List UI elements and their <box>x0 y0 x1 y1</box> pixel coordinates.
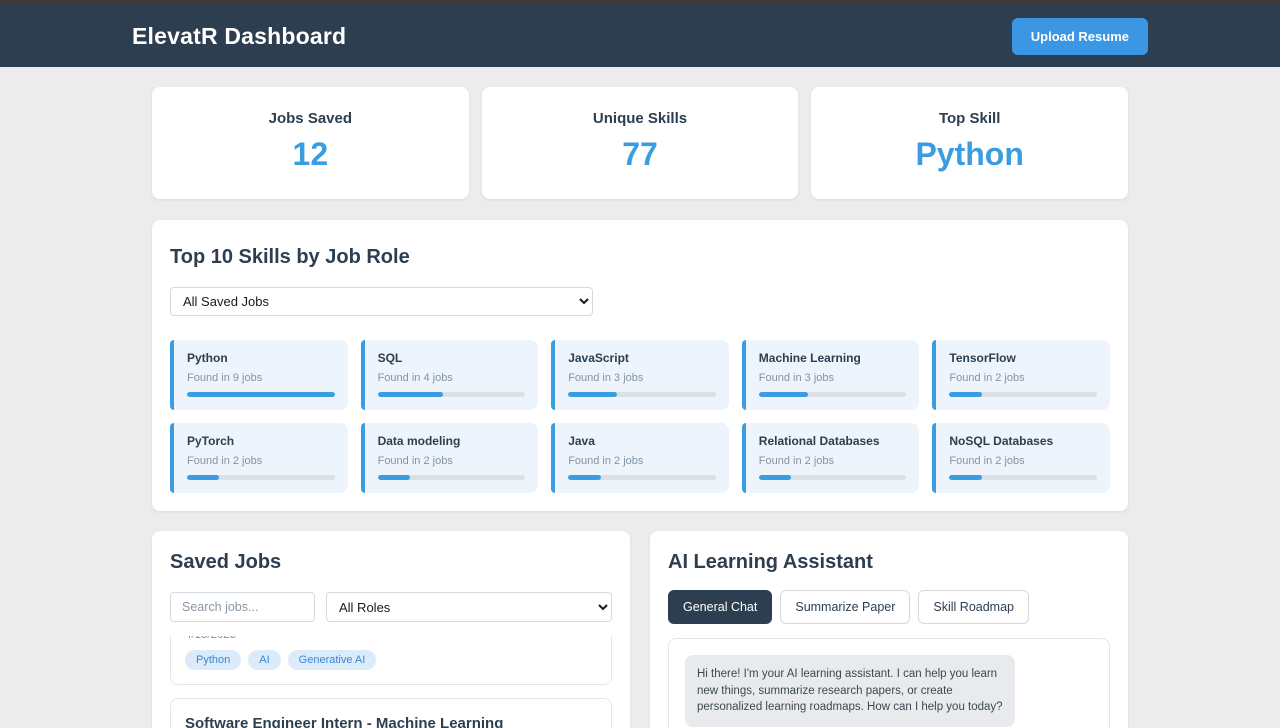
skill-progress-fill <box>377 475 411 480</box>
skill-progress-fill <box>949 475 982 480</box>
saved-jobs-section: Saved Jobs All Roles 4/15/2025 Python AI… <box>152 531 630 728</box>
skill-progress-track <box>377 475 526 480</box>
skill-progress-track <box>949 392 1097 397</box>
skill-name: PyTorch <box>187 434 235 448</box>
skill-count: Found in 3 jobs <box>568 372 644 384</box>
skill-card-pytorch: PyTorch Found in 2 jobs <box>170 423 348 493</box>
skill-progress-fill <box>949 392 982 397</box>
skill-count: Found in 2 jobs <box>568 455 644 467</box>
skill-progress-fill <box>568 475 601 480</box>
stat-label: Unique Skills <box>592 110 688 127</box>
skill-card-java: Java Found in 2 jobs <box>551 423 729 493</box>
job-list: 4/15/2025 Python AI Generative AI Softwa… <box>170 636 612 728</box>
tab-summarize-paper[interactable]: Summarize Paper <box>780 590 911 624</box>
skill-card-data-modeling: Data modeling Found in 2 jobs <box>360 423 539 493</box>
skill-name: Machine Learning <box>758 351 861 365</box>
saved-jobs-title: Saved Jobs <box>170 551 282 573</box>
skill-progress-track <box>949 475 1097 480</box>
skill-count: Found in 2 jobs <box>377 455 453 467</box>
skills-section-title: Top 10 Skills by Job Role <box>170 246 410 268</box>
stat-label: Top Skill <box>938 110 1001 127</box>
skill-count: Found in 2 jobs <box>187 455 263 467</box>
saved-jobs-filter-select[interactable]: All Saved Jobs <box>170 287 593 316</box>
ai-assistant-title: AI Learning Assistant <box>668 551 873 573</box>
stats-row: Jobs Saved 12 Unique Skills 77 Top Skill… <box>152 87 1129 199</box>
skill-progress-fill <box>187 475 220 480</box>
skill-name: Data modeling <box>377 434 461 448</box>
skill-progress-fill <box>568 392 617 397</box>
skill-count: Found in 2 jobs <box>758 455 835 467</box>
job-item[interactable]: 4/15/2025 Python AI Generative AI <box>170 636 612 685</box>
skill-card-nosql-databases: NoSQL Databases Found in 2 jobs <box>932 423 1110 493</box>
skill-card-python: Python Found in 9 jobs <box>170 340 348 410</box>
assistant-tabs: General Chat Summarize Paper Skill Roadm… <box>668 590 1110 624</box>
job-tag: AI <box>248 650 281 670</box>
job-date: 4/15/2025 <box>185 636 597 641</box>
skill-progress-track <box>758 475 907 480</box>
skill-progress-track <box>187 475 335 480</box>
skills-grid: Python Found in 9 jobs SQL Found in 4 jo… <box>170 340 1110 493</box>
tab-skill-roadmap[interactable]: Skill Roadmap <box>918 590 1029 624</box>
skill-count: Found in 2 jobs <box>949 372 1025 384</box>
skill-count: Found in 2 jobs <box>949 455 1025 467</box>
stat-value: 12 <box>292 136 329 172</box>
saved-jobs-controls: All Roles <box>170 592 612 622</box>
top-skills-section: Top 10 Skills by Job Role All Saved Jobs… <box>152 220 1128 511</box>
chat-window: Hi there! I'm your AI learning assistant… <box>668 638 1110 728</box>
job-tags: Python AI Generative AI <box>185 650 597 670</box>
stat-value: Python <box>915 136 1024 172</box>
skill-progress-track <box>187 392 335 397</box>
skill-progress-fill <box>187 392 335 397</box>
skill-card-machine-learning: Machine Learning Found in 3 jobs <box>741 340 920 410</box>
skill-count: Found in 4 jobs <box>377 372 453 384</box>
skill-count: Found in 3 jobs <box>758 372 835 384</box>
job-item[interactable]: Software Engineer Intern - Machine Learn… <box>170 698 612 728</box>
skill-name: Relational Databases <box>758 434 880 448</box>
job-tag: Generative AI <box>287 650 377 670</box>
skill-card-relational-databases: Relational Databases Found in 2 jobs <box>741 423 920 493</box>
skill-progress-fill <box>758 475 792 480</box>
skill-progress-fill <box>758 392 808 397</box>
assistant-message-bubble: Hi there! I'm your AI learning assistant… <box>685 655 1015 728</box>
skill-card-javascript: JavaScript Found in 3 jobs <box>551 340 729 410</box>
skill-name: TensorFlow <box>949 351 1016 365</box>
skill-name: Python <box>187 351 228 365</box>
job-title: Software Engineer Intern - Machine Learn… <box>185 715 504 728</box>
skill-name: SQL <box>377 351 403 365</box>
app-title: ElevatR Dashboard <box>132 22 347 49</box>
skill-progress-track <box>568 475 716 480</box>
skill-progress-track <box>758 392 907 397</box>
skill-card-sql: SQL Found in 4 jobs <box>360 340 539 410</box>
stat-card-unique-skills: Unique Skills 77 <box>481 87 799 199</box>
skill-card-tensorflow: TensorFlow Found in 2 jobs <box>932 340 1110 410</box>
skill-name: Java <box>568 434 595 448</box>
skill-progress-track <box>377 392 526 397</box>
skill-progress-fill <box>377 392 443 397</box>
stat-card-top-skill: Top Skill Python <box>811 87 1129 199</box>
header: ElevatR Dashboard Upload Resume <box>0 5 1280 67</box>
skill-count: Found in 9 jobs <box>187 372 263 384</box>
stat-value: 77 <box>622 136 658 172</box>
stat-label: Jobs Saved <box>268 110 353 127</box>
roles-filter-select[interactable]: All Roles <box>326 592 612 622</box>
upload-resume-button[interactable]: Upload Resume <box>1011 17 1148 55</box>
main-content: Jobs Saved 12 Unique Skills 77 Top Skill… <box>152 67 1129 728</box>
stat-card-jobs-saved: Jobs Saved 12 <box>152 87 469 199</box>
skill-progress-track <box>568 392 716 397</box>
skill-name: JavaScript <box>568 351 629 365</box>
tab-general-chat[interactable]: General Chat <box>668 590 773 624</box>
ai-assistant-section: AI Learning Assistant General Chat Summa… <box>650 531 1128 728</box>
skill-name: NoSQL Databases <box>949 434 1054 448</box>
job-tag: Python <box>185 650 242 670</box>
bottom-row: Saved Jobs All Roles 4/15/2025 Python AI… <box>152 531 1128 728</box>
search-input[interactable] <box>170 592 315 622</box>
